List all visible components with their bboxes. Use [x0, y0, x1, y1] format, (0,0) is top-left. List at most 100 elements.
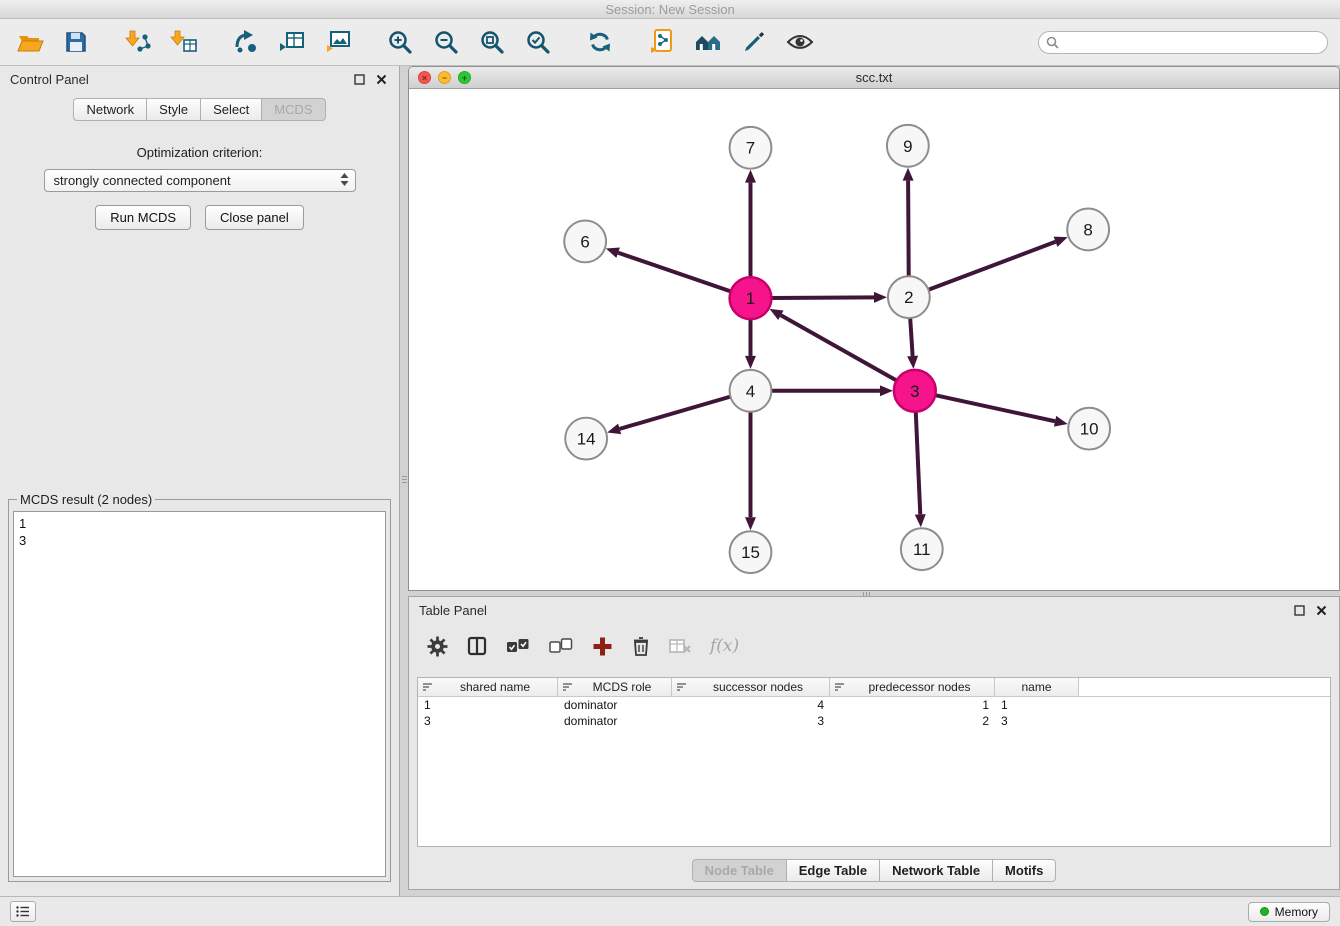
tab-node-table[interactable]: Node Table [692, 859, 787, 882]
column-header-mcds-role[interactable]: MCDS role [558, 678, 672, 696]
criterion-select[interactable]: strongly connected component [44, 169, 356, 192]
table-row[interactable]: 1 dominator 4 1 1 [418, 697, 1330, 713]
float-panel-icon[interactable] [351, 71, 367, 87]
network-canvas[interactable]: 7968124314101511 [409, 90, 1339, 590]
cell-mcds-role[interactable]: dominator [558, 713, 672, 729]
table-settings-gear-icon[interactable] [427, 636, 448, 657]
toolbar-group-file [12, 24, 94, 60]
clear-selection-icon[interactable] [549, 637, 573, 655]
export-network-icon[interactable] [228, 24, 264, 60]
graph-edge-3-10[interactable] [935, 395, 1055, 421]
graph-edge-arrow [607, 424, 621, 435]
sort-icon [834, 682, 845, 692]
delete-row-trash-icon[interactable] [632, 636, 650, 657]
select-all-icon[interactable] [506, 637, 530, 655]
tab-network-table[interactable]: Network Table [880, 859, 993, 882]
cell-successor-nodes[interactable]: 4 [672, 697, 830, 713]
close-panel-button[interactable]: Close panel [205, 205, 304, 230]
table-row[interactable]: 3 dominator 3 2 3 [418, 713, 1330, 729]
graph-edge-2-9[interactable] [908, 181, 909, 277]
zoom-fit-icon[interactable] [474, 24, 510, 60]
main-toolbar [0, 19, 1340, 66]
graph-node-label-15: 15 [741, 543, 760, 562]
graph-edge-3-1[interactable] [781, 315, 897, 380]
window-minimize-icon[interactable]: − [438, 71, 451, 84]
graph-edge-arrow [915, 514, 926, 527]
refresh-network-icon[interactable] [582, 24, 618, 60]
column-header-name[interactable]: name [995, 678, 1079, 696]
delete-table-icon[interactable] [669, 637, 691, 655]
search-icon [1046, 36, 1059, 52]
graph-edge-3-11[interactable] [916, 412, 921, 515]
table-panel: Table Panel [408, 596, 1340, 890]
cell-shared-name[interactable]: 1 [418, 697, 558, 713]
graph-edge-arrow [903, 168, 914, 181]
open-file-icon[interactable] [12, 24, 48, 60]
session-document-icon[interactable] [644, 24, 680, 60]
sort-icon [422, 682, 433, 692]
graph-node-label-7: 7 [746, 139, 755, 158]
network-view-window: × − + scc.txt 7968124314101511 [408, 66, 1340, 591]
first-neighbors-icon[interactable] [690, 24, 726, 60]
graph-edge-arrow [907, 356, 918, 369]
graph-edge-4-14[interactable] [620, 397, 731, 429]
export-image-icon[interactable] [320, 24, 356, 60]
memory-button[interactable]: Memory [1248, 902, 1330, 922]
app-title-bar: Session: New Session [0, 0, 1340, 19]
zoom-selected-icon[interactable] [520, 24, 556, 60]
control-panel-header: Control Panel [0, 66, 399, 92]
tab-edge-table[interactable]: Edge Table [787, 859, 880, 882]
tab-motifs[interactable]: Motifs [993, 859, 1056, 882]
search-input[interactable] [1038, 31, 1328, 54]
window-close-icon[interactable]: × [418, 71, 431, 84]
network-window-titlebar[interactable]: × − + scc.txt [409, 67, 1339, 89]
mcds-result-list[interactable]: 1 3 [13, 511, 386, 877]
column-header-successor-nodes[interactable]: successor nodes [672, 678, 830, 696]
close-panel-icon[interactable] [373, 71, 389, 87]
cell-name[interactable]: 1 [995, 697, 1079, 713]
add-row-plus-icon[interactable] [592, 636, 613, 657]
graph-edge-1-2[interactable] [771, 297, 874, 298]
export-table-icon[interactable] [274, 24, 310, 60]
tab-select[interactable]: Select [201, 98, 262, 121]
graph-node-label-11: 11 [913, 540, 931, 559]
app-title: Session: New Session [605, 2, 734, 17]
node-table: shared name MCDS role successor nodes pr… [417, 677, 1331, 847]
tab-network[interactable]: Network [73, 98, 147, 121]
import-network-icon[interactable] [120, 24, 156, 60]
table-toolbar: f(x) [409, 623, 1339, 663]
graph-node-label-14: 14 [577, 430, 596, 449]
tab-mcds[interactable]: MCDS [262, 98, 325, 121]
cell-successor-nodes[interactable]: 3 [672, 713, 830, 729]
workspace: × − + scc.txt 7968124314101511 Table Pan… [400, 66, 1340, 896]
window-zoom-icon[interactable]: + [458, 71, 471, 84]
function-builder-icon[interactable]: f(x) [710, 636, 739, 656]
task-history-button[interactable] [10, 901, 36, 922]
run-mcds-button[interactable]: Run MCDS [95, 205, 191, 230]
cell-name[interactable]: 3 [995, 713, 1079, 729]
cell-predecessor-nodes[interactable]: 1 [830, 697, 995, 713]
tab-style[interactable]: Style [147, 98, 201, 121]
network-window-title: scc.txt [409, 70, 1339, 85]
vertical-splitter-grip[interactable] [400, 468, 408, 490]
save-session-icon[interactable] [58, 24, 94, 60]
float-table-panel-icon[interactable] [1291, 602, 1307, 618]
graph-node-label-6: 6 [580, 232, 589, 251]
show-hide-eye-icon[interactable] [782, 24, 818, 60]
cell-predecessor-nodes[interactable]: 2 [830, 713, 995, 729]
zoom-in-icon[interactable] [382, 24, 418, 60]
apply-style-brush-icon[interactable] [736, 24, 772, 60]
cell-mcds-role[interactable]: dominator [558, 697, 672, 713]
show-columns-icon[interactable] [467, 636, 487, 656]
window-traffic-lights: × − + [418, 71, 471, 84]
graph-edge-1-6[interactable] [618, 253, 731, 292]
cell-shared-name[interactable]: 3 [418, 713, 558, 729]
graph-edge-2-3[interactable] [910, 318, 912, 356]
close-table-panel-icon[interactable] [1313, 602, 1329, 618]
zoom-out-icon[interactable] [428, 24, 464, 60]
graph-edge-2-8[interactable] [928, 242, 1055, 290]
column-header-shared-name[interactable]: shared name [418, 678, 558, 696]
import-table-icon[interactable] [166, 24, 202, 60]
mcds-result-item: 1 [19, 515, 380, 532]
column-header-predecessor-nodes[interactable]: predecessor nodes [830, 678, 995, 696]
